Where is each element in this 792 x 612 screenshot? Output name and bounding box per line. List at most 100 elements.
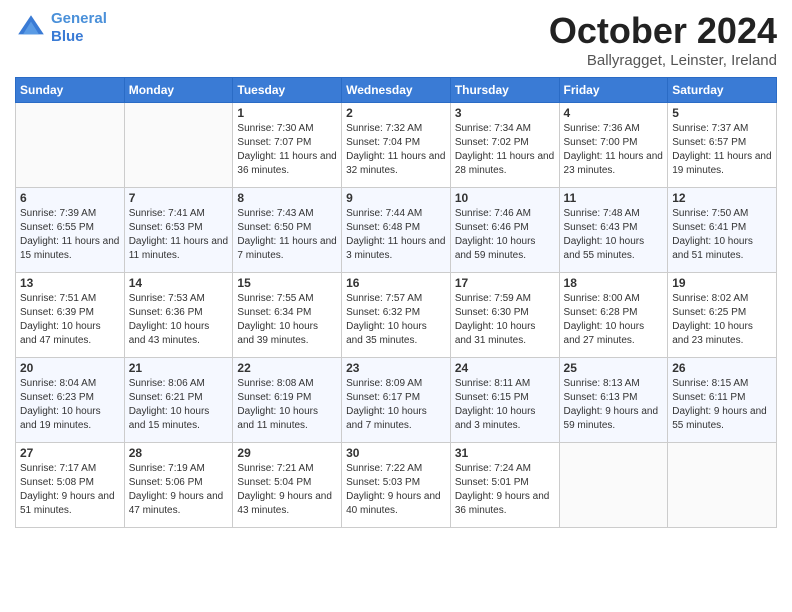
calendar-cell: 30 Sunrise: 7:22 AMSunset: 5:03 PMDayligh… — [342, 443, 451, 528]
column-header-saturday: Saturday — [668, 78, 777, 103]
day-info: Sunrise: 7:46 AMSunset: 6:46 PMDaylight:… — [455, 207, 555, 263]
day-number: 7 — [129, 191, 229, 205]
calendar-cell — [16, 103, 125, 188]
calendar-cell: 28 Sunrise: 7:19 AMSunset: 5:06 PMDayligh… — [124, 443, 233, 528]
day-number: 23 — [346, 361, 446, 375]
day-info: Sunrise: 7:24 AMSunset: 5:01 PMDaylight:… — [455, 462, 555, 518]
calendar-cell: 14 Sunrise: 7:53 AMSunset: 6:36 PMDayligh… — [124, 273, 233, 358]
day-info: Sunrise: 7:30 AMSunset: 7:07 PMDaylight:… — [237, 122, 337, 178]
day-number: 15 — [237, 276, 337, 290]
day-number: 27 — [20, 446, 120, 460]
week-row-4: 20 Sunrise: 8:04 AMSunset: 6:23 PMDayligh… — [16, 358, 777, 443]
day-number: 24 — [455, 361, 555, 375]
day-info: Sunrise: 7:44 AMSunset: 6:48 PMDaylight:… — [346, 207, 446, 263]
calendar-cell: 12Sunrise: 7:50 AMSunset: 6:41 PMDayligh… — [668, 188, 777, 273]
week-row-3: 13 Sunrise: 7:51 AMSunset: 6:39 PMDayligh… — [16, 273, 777, 358]
logo-line2: Blue — [51, 28, 84, 45]
day-info: Sunrise: 7:34 AMSunset: 7:02 PMDaylight:… — [455, 122, 555, 178]
calendar-cell: 24 Sunrise: 8:11 AMSunset: 6:15 PMDayligh… — [450, 358, 559, 443]
day-number: 28 — [129, 446, 229, 460]
calendar-cell: 8Sunrise: 7:43 AMSunset: 6:50 PMDaylight… — [233, 188, 342, 273]
logo-text: General Blue — [51, 10, 107, 46]
column-header-friday: Friday — [559, 78, 668, 103]
day-info: Sunrise: 8:06 AMSunset: 6:21 PMDaylight:… — [129, 377, 229, 433]
day-info: Sunrise: 8:15 AMSunset: 6:11 PMDaylight:… — [672, 377, 772, 433]
day-number: 31 — [455, 446, 555, 460]
calendar-cell: 26 Sunrise: 8:15 AMSunset: 6:11 PMDayligh… — [668, 358, 777, 443]
column-header-tuesday: Tuesday — [233, 78, 342, 103]
day-number: 14 — [129, 276, 229, 290]
day-info: Sunrise: 7:21 AMSunset: 5:04 PMDaylight:… — [237, 462, 337, 518]
day-info: Sunrise: 8:08 AMSunset: 6:19 PMDaylight:… — [237, 377, 337, 433]
day-number: 4 — [564, 106, 664, 120]
column-header-thursday: Thursday — [450, 78, 559, 103]
calendar-cell: 15Sunrise: 7:55 AMSunset: 6:34 PMDayligh… — [233, 273, 342, 358]
day-info: Sunrise: 7:39 AMSunset: 6:55 PMDaylight:… — [20, 207, 120, 263]
day-number: 10 — [455, 191, 555, 205]
calendar-cell: 11 Sunrise: 7:48 AMSunset: 6:43 PMDayligh… — [559, 188, 668, 273]
calendar-cell: 25 Sunrise: 8:13 AMSunset: 6:13 PMDayligh… — [559, 358, 668, 443]
page-header: General Blue October 2024 Ballyragget, L… — [15, 10, 777, 69]
day-info: Sunrise: 7:37 AMSunset: 6:57 PMDaylight:… — [672, 122, 772, 178]
calendar-cell: 23Sunrise: 8:09 AMSunset: 6:17 PMDayligh… — [342, 358, 451, 443]
logo-icon — [15, 12, 47, 44]
calendar-cell: 10 Sunrise: 7:46 AMSunset: 6:46 PMDayligh… — [450, 188, 559, 273]
column-header-sunday: Sunday — [16, 78, 125, 103]
calendar-cell: 6 Sunrise: 7:39 AMSunset: 6:55 PMDaylight… — [16, 188, 125, 273]
day-info: Sunrise: 8:13 AMSunset: 6:13 PMDaylight:… — [564, 377, 664, 433]
column-header-monday: Monday — [124, 78, 233, 103]
day-number: 20 — [20, 361, 120, 375]
calendar-cell: 22 Sunrise: 8:08 AMSunset: 6:19 PMDayligh… — [233, 358, 342, 443]
day-number: 8 — [237, 191, 337, 205]
day-number: 30 — [346, 446, 446, 460]
calendar-cell: 9Sunrise: 7:44 AMSunset: 6:48 PMDaylight… — [342, 188, 451, 273]
day-info: Sunrise: 7:50 AMSunset: 6:41 PMDaylight:… — [672, 207, 772, 263]
day-number: 17 — [455, 276, 555, 290]
day-info: Sunrise: 7:48 AMSunset: 6:43 PMDaylight:… — [564, 207, 664, 263]
calendar-cell: 5Sunrise: 7:37 AMSunset: 6:57 PMDaylight… — [668, 103, 777, 188]
day-number: 22 — [237, 361, 337, 375]
calendar-cell: 27 Sunrise: 7:17 AMSunset: 5:08 PMDayligh… — [16, 443, 125, 528]
day-number: 3 — [455, 106, 555, 120]
day-number: 6 — [20, 191, 120, 205]
day-number: 11 — [564, 191, 664, 205]
day-info: Sunrise: 7:36 AMSunset: 7:00 PMDaylight:… — [564, 122, 664, 178]
day-number: 19 — [672, 276, 772, 290]
day-number: 26 — [672, 361, 772, 375]
calendar-cell: 31 Sunrise: 7:24 AMSunset: 5:01 PMDayligh… — [450, 443, 559, 528]
location: Ballyragget, Leinster, Ireland — [549, 52, 777, 69]
week-row-2: 6 Sunrise: 7:39 AMSunset: 6:55 PMDaylight… — [16, 188, 777, 273]
calendar-cell: 29Sunrise: 7:21 AMSunset: 5:04 PMDayligh… — [233, 443, 342, 528]
day-info: Sunrise: 7:51 AMSunset: 6:39 PMDaylight:… — [20, 292, 120, 348]
day-number: 16 — [346, 276, 446, 290]
calendar-cell: 3 Sunrise: 7:34 AMSunset: 7:02 PMDaylight… — [450, 103, 559, 188]
day-info: Sunrise: 8:11 AMSunset: 6:15 PMDaylight:… — [455, 377, 555, 433]
calendar-table: SundayMondayTuesdayWednesdayThursdayFrid… — [15, 77, 777, 528]
day-info: Sunrise: 7:32 AMSunset: 7:04 PMDaylight:… — [346, 122, 446, 178]
day-number: 2 — [346, 106, 446, 120]
calendar-cell: 18 Sunrise: 8:00 AMSunset: 6:28 PMDayligh… — [559, 273, 668, 358]
calendar-cell: 17Sunrise: 7:59 AMSunset: 6:30 PMDayligh… — [450, 273, 559, 358]
calendar-cell: 19Sunrise: 8:02 AMSunset: 6:25 PMDayligh… — [668, 273, 777, 358]
month-title: October 2024 — [549, 10, 777, 52]
day-number: 1 — [237, 106, 337, 120]
column-header-wednesday: Wednesday — [342, 78, 451, 103]
day-number: 21 — [129, 361, 229, 375]
day-info: Sunrise: 8:04 AMSunset: 6:23 PMDaylight:… — [20, 377, 120, 433]
calendar-cell: 16Sunrise: 7:57 AMSunset: 6:32 PMDayligh… — [342, 273, 451, 358]
calendar-cell: 2 Sunrise: 7:32 AMSunset: 7:04 PMDaylight… — [342, 103, 451, 188]
title-block: October 2024 Ballyragget, Leinster, Irel… — [549, 10, 777, 69]
day-number: 13 — [20, 276, 120, 290]
calendar-cell: 7Sunrise: 7:41 AMSunset: 6:53 PMDaylight… — [124, 188, 233, 273]
day-info: Sunrise: 7:19 AMSunset: 5:06 PMDaylight:… — [129, 462, 229, 518]
calendar-cell — [559, 443, 668, 528]
header-row: SundayMondayTuesdayWednesdayThursdayFrid… — [16, 78, 777, 103]
calendar-cell: 21 Sunrise: 8:06 AMSunset: 6:21 PMDayligh… — [124, 358, 233, 443]
day-info: Sunrise: 7:53 AMSunset: 6:36 PMDaylight:… — [129, 292, 229, 348]
day-number: 25 — [564, 361, 664, 375]
day-info: Sunrise: 8:00 AMSunset: 6:28 PMDaylight:… — [564, 292, 664, 348]
day-number: 18 — [564, 276, 664, 290]
calendar-cell: 4 Sunrise: 7:36 AMSunset: 7:00 PMDaylight… — [559, 103, 668, 188]
day-info: Sunrise: 7:17 AMSunset: 5:08 PMDaylight:… — [20, 462, 120, 518]
day-info: Sunrise: 7:22 AMSunset: 5:03 PMDaylight:… — [346, 462, 446, 518]
